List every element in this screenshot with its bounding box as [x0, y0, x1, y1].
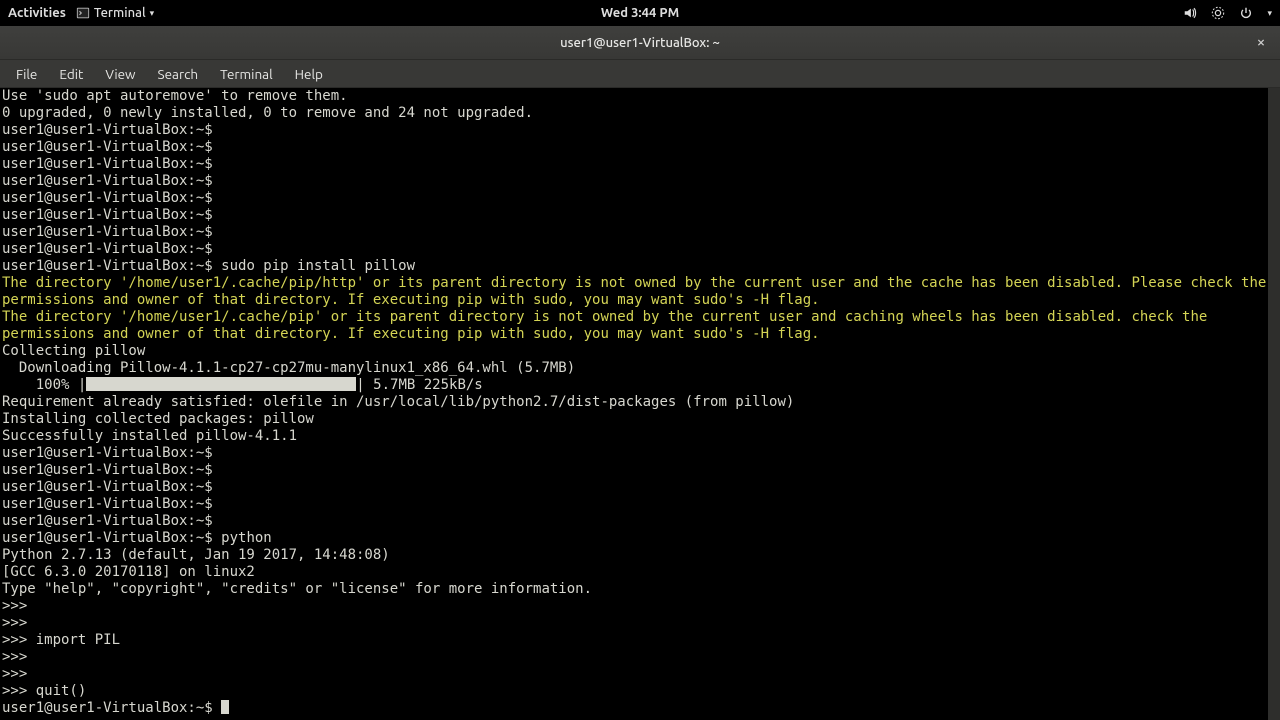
- shell-prompt: user1@user1-VirtualBox:~$: [2, 479, 221, 495]
- python-prompt: >>>: [2, 649, 36, 665]
- warning-line: The directory '/home/user1/.cache/pip/ht…: [2, 275, 1278, 309]
- menu-terminal[interactable]: Terminal: [210, 62, 283, 86]
- shell-prompt: user1@user1-VirtualBox:~$: [2, 462, 221, 478]
- shell-prompt: user1@user1-VirtualBox:~$: [2, 496, 221, 512]
- output-line: [GCC 6.3.0 20170118] on linux2: [2, 564, 255, 580]
- progress-bar: [86, 377, 356, 391]
- menu-view[interactable]: View: [95, 62, 145, 86]
- activities-button[interactable]: Activities: [8, 6, 66, 20]
- power-icon: [1239, 6, 1253, 20]
- output-line: Requirement already satisfied: olefile i…: [2, 394, 794, 410]
- app-indicator[interactable]: Terminal ▾: [76, 6, 154, 20]
- shell-prompt: user1@user1-VirtualBox:~$: [2, 156, 221, 172]
- output-line: Type "help", "copyright", "credits" or "…: [2, 581, 592, 597]
- clock[interactable]: Wed 3:44 PM: [601, 6, 679, 20]
- command-text: import PIL: [36, 632, 120, 648]
- shell-prompt: user1@user1-VirtualBox:~$: [2, 700, 221, 716]
- terminal-viewport[interactable]: Use 'sudo apt autoremove' to remove them…: [0, 88, 1280, 720]
- app-menubar: File Edit View Search Terminal Help: [0, 60, 1280, 88]
- menu-edit[interactable]: Edit: [49, 62, 93, 86]
- shell-prompt: user1@user1-VirtualBox:~$: [2, 224, 221, 240]
- scrollbar[interactable]: [1268, 88, 1280, 720]
- shell-prompt: user1@user1-VirtualBox:~$: [2, 530, 221, 546]
- shell-prompt: user1@user1-VirtualBox:~$: [2, 258, 221, 274]
- menu-search[interactable]: Search: [148, 62, 209, 86]
- command-text: sudo pip install pillow: [221, 258, 415, 274]
- chevron-down-icon: ▾: [150, 8, 155, 19]
- output-line: Successfully installed pillow-4.1.1: [2, 428, 297, 444]
- shell-prompt: user1@user1-VirtualBox:~$: [2, 207, 221, 223]
- warning-line: The directory '/home/user1/.cache/pip' o…: [2, 309, 1278, 343]
- shell-prompt: user1@user1-VirtualBox:~$: [2, 139, 221, 155]
- command-text: python: [221, 530, 272, 546]
- menu-file[interactable]: File: [6, 62, 47, 86]
- window-title: user1@user1-VirtualBox: ~: [560, 36, 720, 50]
- settings-icon: [1211, 6, 1225, 20]
- chevron-down-icon: ▾: [1267, 8, 1272, 19]
- output-line: Python 2.7.13 (default, Jan 19 2017, 14:…: [2, 547, 398, 563]
- output-line: Downloading Pillow-4.1.1-cp27-cp27mu-man…: [2, 360, 575, 376]
- python-prompt: >>>: [2, 632, 36, 648]
- volume-icon: [1183, 6, 1197, 20]
- python-prompt: >>>: [2, 598, 36, 614]
- shell-prompt: user1@user1-VirtualBox:~$: [2, 190, 221, 206]
- python-prompt: >>>: [2, 615, 36, 631]
- progress-stats: | 5.7MB 225kB/s: [356, 377, 482, 393]
- shell-prompt: user1@user1-VirtualBox:~$: [2, 445, 221, 461]
- output-line: Use 'sudo apt autoremove' to remove them…: [2, 88, 348, 104]
- shell-prompt: user1@user1-VirtualBox:~$: [2, 241, 221, 257]
- output-line: Installing collected packages: pillow: [2, 411, 314, 427]
- menu-help[interactable]: Help: [285, 62, 333, 86]
- output-line: 0 upgraded, 0 newly installed, 0 to remo…: [2, 105, 533, 121]
- shell-prompt: user1@user1-VirtualBox:~$: [2, 173, 221, 189]
- python-prompt: >>>: [2, 666, 36, 682]
- window-titlebar: user1@user1-VirtualBox: ~ ×: [0, 26, 1280, 60]
- python-prompt: >>>: [2, 683, 36, 699]
- cursor: [221, 700, 229, 714]
- command-text: quit(): [36, 683, 87, 699]
- system-status-area[interactable]: ▾: [1183, 6, 1272, 20]
- app-indicator-label: Terminal: [94, 6, 146, 20]
- output-line: Collecting pillow: [2, 343, 145, 359]
- shell-prompt: user1@user1-VirtualBox:~$: [2, 513, 221, 529]
- progress-label: 100% |: [2, 377, 86, 393]
- shell-prompt: user1@user1-VirtualBox:~$: [2, 122, 221, 138]
- close-button[interactable]: ×: [1252, 34, 1270, 52]
- gnome-top-bar: Activities Terminal ▾ Wed 3:44 PM ▾: [0, 0, 1280, 26]
- terminal-icon: [76, 6, 90, 20]
